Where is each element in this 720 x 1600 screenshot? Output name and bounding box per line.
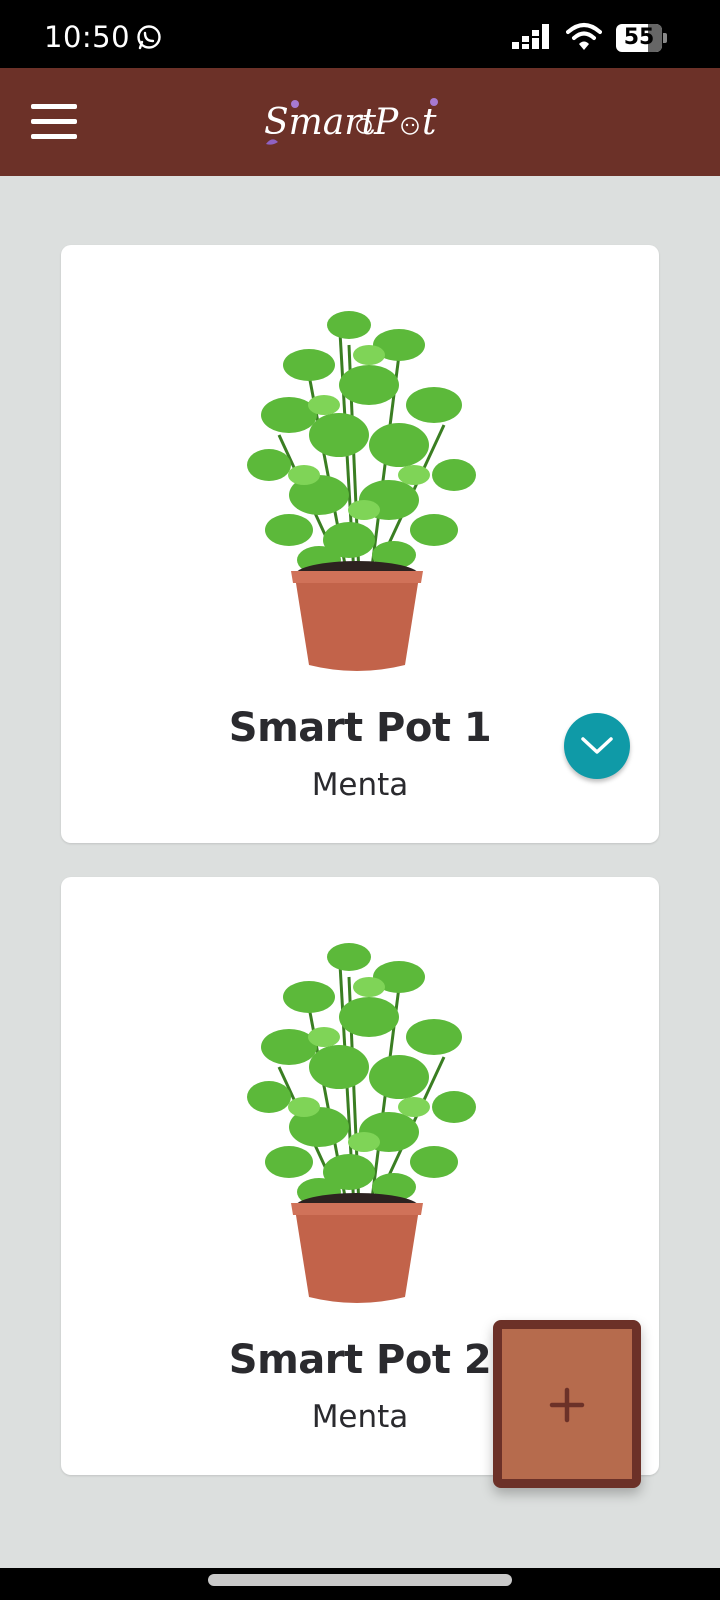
app-header: Smart P t xyxy=(0,68,720,176)
battery-level: 55 xyxy=(623,25,655,50)
svg-text:t: t xyxy=(422,102,437,143)
status-time: 10:50 xyxy=(44,20,131,54)
expand-button[interactable] xyxy=(564,713,630,779)
whatsapp-icon xyxy=(137,25,161,50)
mint-plant-image xyxy=(247,943,476,1303)
hamburger-menu-icon[interactable] xyxy=(28,96,80,148)
status-bar: 10:50 55 xyxy=(0,0,720,68)
svg-text:Smart: Smart xyxy=(264,102,376,143)
pot-card[interactable]: Smart Pot 1 Menta xyxy=(61,245,659,843)
signal-icon xyxy=(512,24,549,49)
wifi-icon xyxy=(566,23,602,50)
add-pot-button[interactable] xyxy=(493,1320,641,1488)
chevron-down-icon xyxy=(581,737,613,754)
home-indicator[interactable] xyxy=(208,1574,512,1586)
plant-name: Menta xyxy=(311,767,409,803)
mint-plant-image xyxy=(247,311,476,671)
battery-icon: 55 xyxy=(616,24,668,52)
smart-pot-logo: Smart P t xyxy=(264,98,438,145)
plus-icon xyxy=(549,1387,585,1423)
svg-text:P: P xyxy=(373,102,399,143)
